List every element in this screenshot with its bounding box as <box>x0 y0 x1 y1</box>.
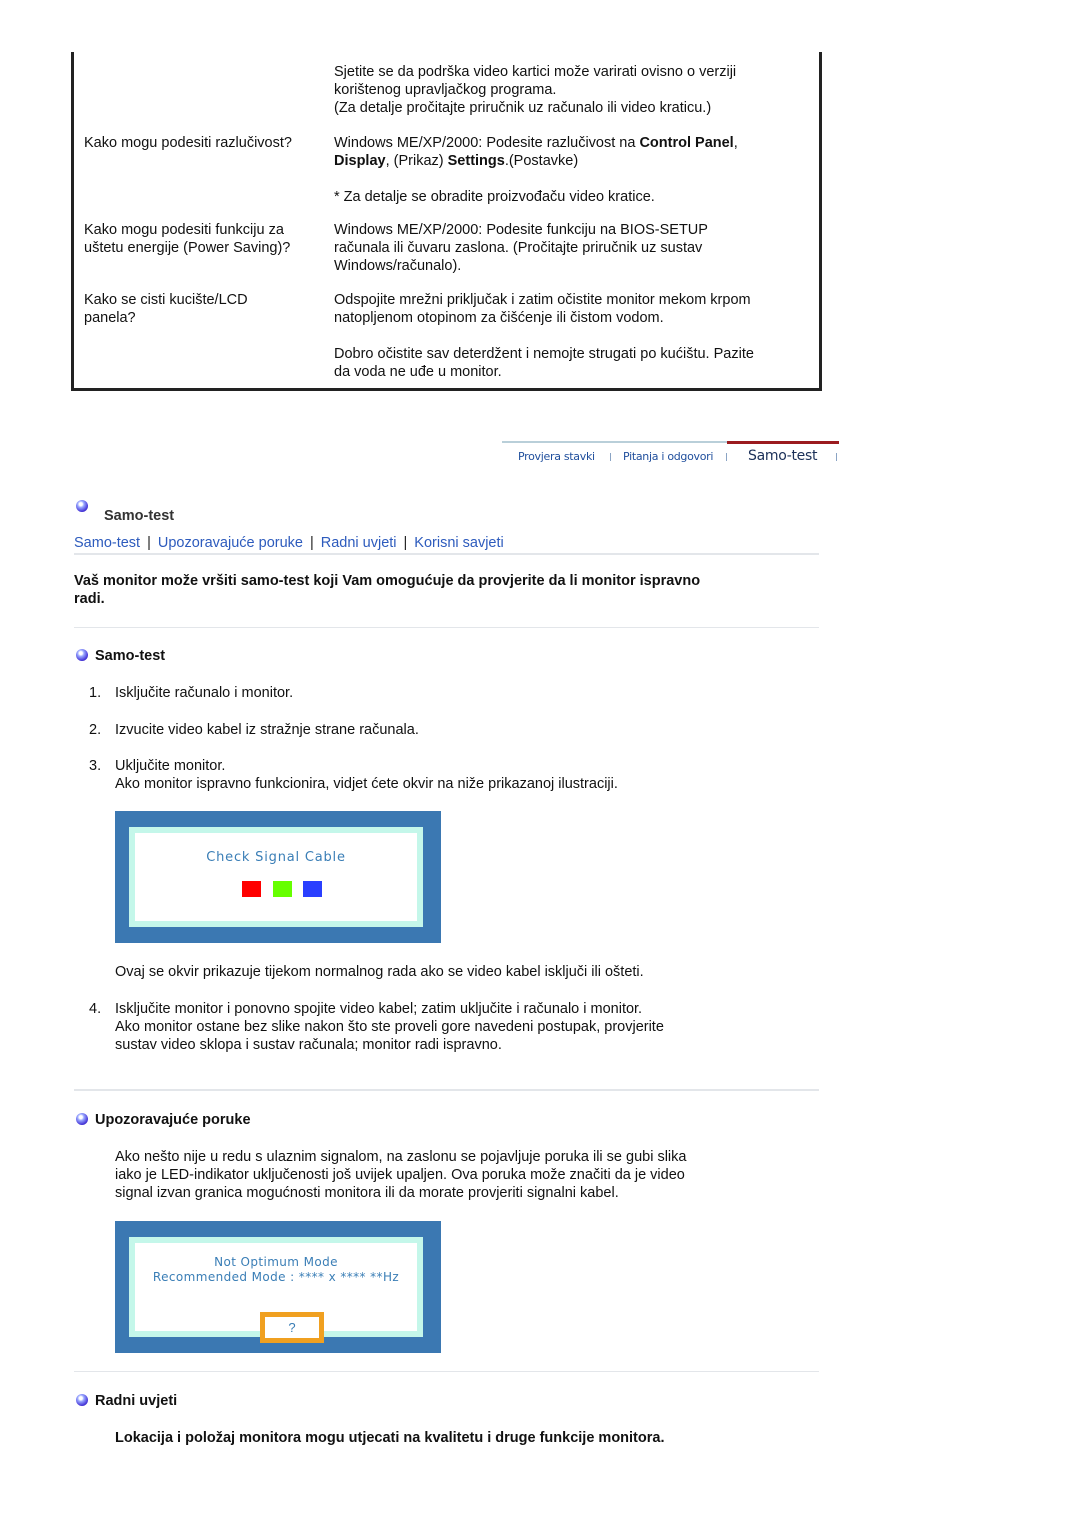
answer-note: * Za detalje se obradite proizvođaču vid… <box>334 189 655 205</box>
step-number: 1. <box>89 685 102 701</box>
answer-line: Dobro očistite sav deterdžent i nemojte … <box>334 346 754 362</box>
tab-provjera-stavki[interactable]: Provjera stavki <box>518 450 595 463</box>
answer-line: da voda ne uđe u monitor. <box>334 364 502 380</box>
display-label: Display <box>334 153 386 169</box>
answer-text: Windows ME/XP/2000: Podesite razlučivost… <box>334 135 640 151</box>
step-line: Isključite monitor i ponovno spojite vid… <box>115 1001 643 1017</box>
answer-text: , <box>733 135 738 151</box>
not-optimum-mode-illustration: Not Optimum Mode Recommended Mode : ****… <box>115 1221 441 1353</box>
osd-screen: Not Optimum Mode Recommended Mode : ****… <box>129 1237 423 1343</box>
tab-pitanja-i-odgovori[interactable]: Pitanja i odgovori <box>623 450 713 463</box>
faq-answer: Odspojite mrežni priključak i zatim očis… <box>334 291 814 381</box>
selftest-heading: Samo-test <box>95 648 166 664</box>
page-title: Samo-test <box>104 508 175 524</box>
warnings-line: signal izvan granica mogućnosti monitora… <box>115 1185 619 1201</box>
faq-question: Kako se cisti kucište/LCD panela? <box>84 291 329 327</box>
step-number: 2. <box>89 722 102 738</box>
answer-line: natopljenom otopinom za čišćenje ili čis… <box>334 310 664 326</box>
link-separator: | <box>309 535 314 551</box>
tab-underline <box>502 441 727 443</box>
tab-separator <box>610 453 611 461</box>
link-separator: | <box>147 535 151 551</box>
warnings-line: Ako nešto nije u redu s ulaznim signalom… <box>115 1149 687 1165</box>
step-line: Uključite monitor. <box>115 758 226 774</box>
link-separator: | <box>403 535 408 551</box>
link-upozoravajuce-poruke[interactable]: Upozoravajuće poruke <box>158 535 303 551</box>
divider <box>74 1371 819 1372</box>
answer-line: Odspojite mrežni priključak i zatim očis… <box>334 292 751 308</box>
divider <box>74 627 819 628</box>
link-korisni-savjeti[interactable]: Korisni savjeti <box>414 535 503 551</box>
bullet-icon <box>76 500 88 512</box>
osd-message: Check Signal Cable <box>206 850 346 865</box>
red-square <box>242 881 261 897</box>
intro-line: Vaš monitor može vršiti samo-test koji V… <box>74 573 701 589</box>
answer-line: računala ili čuvaru zaslona. (Pročitajte… <box>334 240 703 256</box>
step-text: Isključite monitor i ponovno spojite vid… <box>115 1000 775 1054</box>
answer-line: Sjetite se da podrška video kartici može… <box>334 64 737 80</box>
tab-separator <box>836 453 837 461</box>
faq-answer: Windows ME/XP/2000: Podesite funkciju na… <box>334 221 814 275</box>
active-tab-indicator <box>727 441 839 444</box>
answer-text: .(Postavke) <box>504 153 579 169</box>
conditions-heading: Radni uvjeti <box>95 1393 178 1409</box>
question-line: Kako mogu podesiti funkciju za <box>84 222 284 238</box>
divider <box>74 1089 819 1091</box>
question-line: uštetu energije (Power Saving)? <box>84 240 291 256</box>
check-signal-cable-illustration: Check Signal Cable <box>115 811 441 943</box>
bullet-icon <box>76 1113 88 1125</box>
control-panel-label: Control Panel <box>639 135 734 151</box>
divider <box>74 553 819 555</box>
link-radni-uvjeti[interactable]: Radni uvjeti <box>321 535 397 551</box>
step-line: sustav video sklopa i sustav računala; m… <box>115 1037 502 1053</box>
faq-table: Sjetite se da podrška video kartici može… <box>71 52 822 391</box>
link-samo-test[interactable]: Samo-test <box>74 535 140 551</box>
tab-samo-test[interactable]: Samo-test <box>748 448 817 464</box>
step-line: Ako monitor ostane bez slike nakon što s… <box>115 1019 664 1035</box>
osd-help-button: ? <box>260 1312 324 1343</box>
step-text: Izvucite video kabel iz stražnje strane … <box>115 722 419 738</box>
answer-line: Windows ME/XP/2000: Podesite funkciju na… <box>334 222 708 238</box>
intro-line: radi. <box>74 591 105 607</box>
faq-question: Kako mogu podesiti funkciju za uštetu en… <box>84 221 329 257</box>
section-tab-nav: Provjera stavki Pitanja i odgovori Samo-… <box>502 441 839 471</box>
green-square <box>273 881 292 897</box>
bullet-icon <box>76 649 88 661</box>
faq-question: Kako mogu podesiti razlučivost? <box>84 135 292 151</box>
osd-recommended-mode: Recommended Mode : **** x **** **Hz <box>152 1270 400 1284</box>
question-line: panela? <box>84 310 136 326</box>
warnings-text: Ako nešto nije u redu s ulaznim signalom… <box>115 1148 795 1202</box>
answer-line: (Za detalje pročitajte priručnik uz raču… <box>334 100 712 116</box>
warnings-heading: Upozoravajuće poruke <box>95 1112 251 1128</box>
question-line: Kako se cisti kucište/LCD <box>84 292 248 308</box>
illustration-caption: Ovaj se okvir prikazuje tijekom normalno… <box>115 964 644 980</box>
step-text: Uključite monitor. Ako monitor ispravno … <box>115 757 775 793</box>
answer-text: , (Prikaz) <box>385 153 448 169</box>
step-line: Ako monitor ispravno funkcionira, vidjet… <box>115 776 618 792</box>
settings-label: Settings <box>447 153 505 169</box>
warnings-line: iako je LED-indikator uključenosti još u… <box>115 1167 685 1183</box>
faq-answer: Windows ME/XP/2000: Podesite razlučivost… <box>334 134 814 206</box>
faq-answer: Sjetite se da podrška video kartici može… <box>334 63 814 117</box>
step-number: 4. <box>89 1001 102 1017</box>
osd-message: Not Optimum Mode <box>214 1255 338 1269</box>
osd-screen: Check Signal Cable <box>129 827 423 927</box>
answer-line: korištenog upravljačkog programa. <box>334 82 557 98</box>
step-text: Isključite računalo i monitor. <box>115 685 294 701</box>
step-number: 3. <box>89 758 102 774</box>
bullet-icon <box>76 1394 88 1406</box>
conditions-text: Lokacija i položaj monitora mogu utjecat… <box>115 1430 665 1446</box>
tab-separator <box>726 453 727 461</box>
intro-text: Vaš monitor može vršiti samo-test koji V… <box>74 572 804 608</box>
section-links: Samo-test | Upozoravajuće poruke | Radni uvj… <box>74 535 504 551</box>
answer-line: Windows/računalo). <box>334 258 462 274</box>
blue-square <box>303 881 322 897</box>
